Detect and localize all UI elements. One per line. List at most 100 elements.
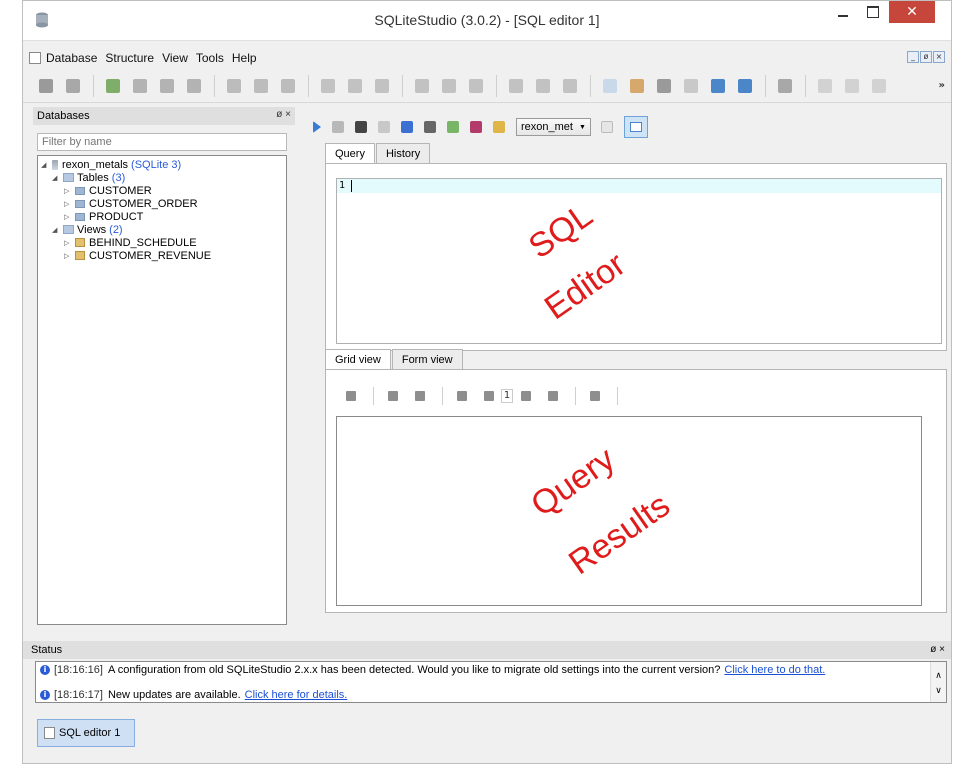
save-icon[interactable] — [470, 121, 482, 133]
tile-vertical-icon[interactable] — [845, 78, 859, 93]
window-tab-sql-editor[interactable]: SQL editor 1 — [37, 719, 135, 747]
mdi-minimize-button[interactable]: _ — [907, 51, 919, 63]
update-details-link[interactable]: Click here for details. — [245, 689, 348, 701]
mdi-controls: _ ø × — [907, 51, 945, 63]
menu-tools[interactable]: Tools — [196, 51, 224, 65]
maximize-button[interactable] — [859, 1, 887, 23]
view-name: BEHIND_SCHEDULE — [89, 236, 197, 249]
next-page-icon[interactable] — [521, 391, 531, 401]
status-log: i [18:16:16] A configuration from old SQ… — [35, 661, 947, 703]
refresh-db-icon[interactable] — [187, 78, 201, 93]
delete-table-icon[interactable] — [281, 78, 295, 93]
migrate-settings-link[interactable]: Click here to do that. — [724, 664, 825, 676]
page-number[interactable]: 1 — [501, 389, 513, 403]
tree-item-table[interactable]: ▷ PRODUCT — [64, 210, 143, 223]
menu-structure[interactable]: Structure — [105, 51, 154, 65]
tree-item-views[interactable]: ◢ Views (2) — [52, 223, 123, 236]
mdi-close-button[interactable]: × — [933, 51, 945, 63]
connect-db-icon[interactable] — [39, 78, 53, 93]
tab-form-view[interactable]: Form view — [391, 349, 463, 369]
mdi-restore-button[interactable]: ø — [920, 51, 932, 63]
collapse-arrow-icon[interactable]: ▷ — [64, 252, 72, 260]
expand-arrow-icon[interactable]: ◢ — [41, 161, 49, 169]
execute-query-icon[interactable] — [313, 121, 321, 133]
filter-by-name-input[interactable] — [37, 133, 287, 151]
tree-item-table[interactable]: ▷ CUSTOMER_ORDER — [64, 197, 198, 210]
tab-history[interactable]: History — [375, 143, 431, 163]
panel-float-close-controls[interactable]: ø × — [276, 109, 291, 120]
menu-help[interactable]: Help — [232, 51, 257, 65]
wrench-icon[interactable] — [778, 78, 792, 93]
create-view-icon[interactable] — [509, 78, 523, 93]
toolbar-overflow-icon[interactable]: » — [939, 80, 945, 91]
open-folder-icon[interactable] — [493, 121, 505, 133]
results-tab-layout-icon[interactable] — [600, 121, 613, 133]
collations-icon[interactable] — [684, 78, 698, 93]
toolbar-separator — [214, 74, 215, 97]
first-page-icon[interactable] — [457, 391, 467, 401]
last-page-icon[interactable] — [548, 391, 558, 401]
expand-arrow-icon[interactable]: ◢ — [52, 174, 60, 182]
tree-item-view[interactable]: ▷ CUSTOMER_REVENUE — [64, 249, 211, 262]
tree-item-tables[interactable]: ◢ Tables (3) — [52, 171, 125, 184]
title-bar: SQLiteStudio (3.0.2) - [SQL editor 1] ✕ — [23, 1, 951, 41]
clear-query-icon[interactable] — [378, 121, 390, 133]
ddl-history-icon[interactable] — [630, 78, 644, 93]
menu-view[interactable]: View — [162, 51, 188, 65]
rollback-icon[interactable] — [415, 391, 425, 401]
expand-arrow-icon[interactable]: ◢ — [52, 226, 60, 234]
functions-icon[interactable] — [657, 78, 671, 93]
menu-database[interactable]: Database — [46, 51, 97, 65]
window-title: SQLiteStudio (3.0.2) - [SQL editor 1] — [374, 12, 600, 28]
collapse-arrow-icon[interactable]: ▷ — [64, 239, 72, 247]
create-index-icon[interactable] — [321, 78, 335, 93]
collapse-arrow-icon[interactable]: ▷ — [64, 200, 72, 208]
refresh-icon[interactable] — [346, 391, 356, 401]
minimize-button[interactable] — [829, 1, 857, 23]
execute-all-icon[interactable] — [401, 121, 413, 133]
create-trigger-icon[interactable] — [415, 78, 429, 93]
collapse-arrow-icon[interactable]: ▷ — [64, 213, 72, 221]
edit-index-icon[interactable] — [348, 78, 362, 93]
scroll-up-icon[interactable]: ∧ — [931, 670, 946, 681]
scroll-down-icon[interactable]: ∨ — [931, 685, 946, 696]
collapse-arrow-icon[interactable]: ▷ — [64, 187, 72, 195]
add-db-icon[interactable] — [106, 78, 120, 93]
arrange-icon[interactable] — [872, 78, 886, 93]
database-tree[interactable]: ◢ rexon_metals (SQLite 3) ◢ Tables (3) ▷… — [37, 155, 287, 625]
panel-float-close-controls[interactable]: ø × — [930, 644, 945, 655]
tile-horizontal-icon[interactable] — [818, 78, 832, 93]
status-text: A configuration from old SQLiteStudio 2.… — [107, 664, 721, 676]
delete-view-icon[interactable] — [563, 78, 577, 93]
cascade-windows-icon[interactable] — [738, 78, 752, 93]
open-sql-editor-icon[interactable] — [603, 78, 617, 93]
tree-item-database[interactable]: ◢ rexon_metals (SQLite 3) — [41, 158, 181, 171]
previous-page-icon[interactable] — [484, 391, 494, 401]
tile-windows-icon[interactable] — [711, 78, 725, 93]
edit-view-icon[interactable] — [536, 78, 550, 93]
format-sql-icon[interactable] — [355, 121, 367, 133]
tree-item-table[interactable]: ▷ CUSTOMER — [64, 184, 152, 197]
print-icon[interactable] — [424, 121, 436, 133]
tab-query[interactable]: Query — [325, 143, 375, 164]
print-results-icon[interactable] — [590, 391, 600, 401]
results-below-layout-button[interactable] — [623, 116, 648, 138]
tree-item-view[interactable]: ▷ BEHIND_SCHEDULE — [64, 236, 197, 249]
database-name: rexon_metals — [62, 158, 129, 171]
delete-index-icon[interactable] — [375, 78, 389, 93]
tab-grid-view[interactable]: Grid view — [325, 349, 391, 370]
create-table-icon[interactable] — [227, 78, 241, 93]
delete-trigger-icon[interactable] — [469, 78, 483, 93]
export-icon[interactable] — [447, 121, 459, 133]
commit-icon[interactable] — [388, 391, 398, 401]
disconnect-db-icon[interactable] — [66, 78, 80, 93]
remove-db-icon[interactable] — [160, 78, 174, 93]
edit-table-icon[interactable] — [254, 78, 268, 93]
edit-db-icon[interactable] — [133, 78, 147, 93]
close-button[interactable]: ✕ — [889, 1, 935, 23]
explain-query-icon[interactable] — [332, 121, 344, 133]
status-scrollbar[interactable]: ∧ ∨ — [930, 662, 946, 702]
sql-code-editor[interactable]: 1 — [336, 178, 942, 344]
edit-trigger-icon[interactable] — [442, 78, 456, 93]
database-selector[interactable]: rexon_met ▼ — [516, 118, 591, 136]
